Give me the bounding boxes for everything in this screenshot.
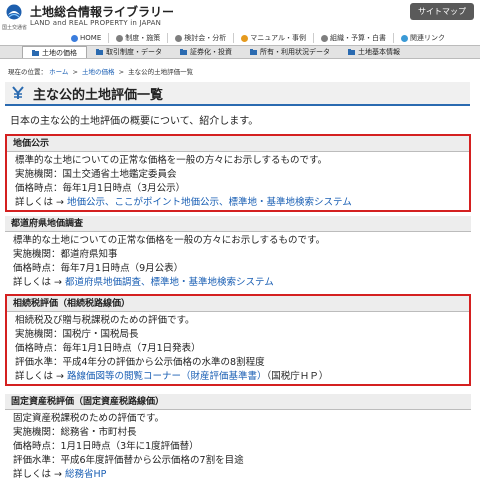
nav-policy[interactable]: 制度・施策 [108, 33, 167, 43]
section-more-links: 詳しくは → 都道府県地価調査、標準地・基準地検索システム [13, 276, 471, 290]
breadcrumb-separator: > [118, 68, 125, 76]
logo-caption: 国土交通省 [2, 25, 28, 31]
section-agency: 実施機関：国税庁・国税局長 [15, 329, 139, 340]
section-more-links: 詳しくは → 総務省HP [13, 468, 471, 482]
breadcrumb: 現在の位置： ホーム > 土地の価格 > 主な公的土地評価一覧 [8, 66, 193, 76]
nav-manual[interactable]: マニュアル・事例 [233, 33, 313, 43]
tab-securitization[interactable]: 証券化・投資 [171, 46, 241, 58]
category-tabs: 土地の価格 取引制度・データ 証券化・投資 所有・利用状況データ 土地基本情報 [0, 45, 480, 59]
site-header: 国土交通省 土地総合情報ライブラリー LAND and REAL PROPERT… [0, 0, 480, 32]
section-level: 評価水準：平成4年分の評価から公示価格の水準の8割程度 [15, 357, 265, 368]
nav-home[interactable]: HOME [64, 33, 108, 43]
more-suffix: （国税庁ＨＰ） [266, 371, 329, 382]
nav-label: 組織・予算・白書 [330, 34, 387, 42]
page-title-bar: 主な公的土地評価一覧 [5, 82, 470, 106]
intro-text: 日本の主な公的土地評価の概要について、紹介します。 [10, 116, 259, 127]
section-level: 評価水準：平成6年度評価替から公示価格の7割を目途 [13, 455, 244, 466]
site-subtitle: LAND and REAL PROPERTY in JAPAN [30, 19, 162, 27]
section-heading: 地価公示 [7, 136, 469, 152]
folder-icon [32, 49, 39, 56]
folder-icon [348, 49, 355, 55]
top-navigation: HOME 制度・施策 検討会・分析 マニュアル・事例 組織・予算・白書 関連リン… [0, 32, 480, 44]
section-timing: 価格時点：毎年1月1日時点（7月1日発表） [15, 343, 201, 354]
section-heading: 相続税評価（相続税路線価） [7, 296, 469, 312]
organization-icon [321, 34, 329, 42]
link-route-price-map[interactable]: 路線価図等の閲覧コーナー（財産評価基準書） [67, 371, 267, 382]
section-description: 相続税及び贈与税課税のための評価です。 [15, 315, 195, 326]
more-prefix: 詳しくは → [15, 371, 67, 382]
section-heading: 都道府県地価調査 [5, 216, 471, 232]
nav-links[interactable]: 関連リンク [393, 33, 452, 43]
section-agency: 実施機関：都道府県知事 [13, 249, 118, 260]
home-icon [71, 34, 78, 42]
folder-icon [96, 49, 103, 55]
folder-icon [250, 49, 257, 55]
nav-label: 関連リンク [410, 34, 446, 42]
tab-transaction[interactable]: 取引制度・データ [87, 46, 171, 58]
section-agency: 実施機関：総務省・市町村長 [13, 427, 137, 438]
link-land-price-publication[interactable]: 地価公示、 [67, 197, 115, 208]
section-description: 固定資産税課税のための評価です。 [13, 413, 165, 424]
section-fixed-asset-tax: 固定資産税評価（固定資産税路線価） 固定資産税課税のための評価です。 実施機関：… [5, 394, 471, 482]
breadcrumb-current: 主な公的土地評価一覧 [128, 68, 194, 76]
section-more-links: 詳しくは → 路線価図等の閲覧コーナー（財産評価基準書）（国税庁ＨＰ） [15, 370, 469, 384]
link-ministry-internal-affairs[interactable]: 総務省HP [65, 469, 106, 480]
nav-label: 検討会・分析 [184, 34, 227, 42]
link-standard-land-search[interactable]: 標準地・基準地検索システム [151, 277, 274, 288]
section-timing: 価格時点：1月1日時点（3年に1度評価替） [13, 441, 199, 452]
yen-icon [12, 86, 24, 99]
sitemap-button[interactable]: サイトマップ [410, 3, 474, 20]
section-timing: 価格時点：毎年7月1日時点（9月公表） [13, 263, 184, 274]
breadcrumb-separator: > [72, 68, 78, 76]
link-land-price-points[interactable]: ここがポイント地価公示、 [115, 197, 229, 208]
folder-icon [180, 49, 187, 55]
breadcrumb-prefix: 現在の位置： [8, 68, 47, 76]
chart-icon [175, 34, 183, 42]
page-title: 主な公的土地評価一覧 [33, 87, 164, 103]
tab-label: 土地の価格 [42, 48, 77, 57]
section-description: 標準的な土地についての正常な価格を一般の方々にお示しするものです。 [13, 235, 326, 246]
site-title[interactable]: 土地総合情報ライブラリー [30, 3, 174, 20]
section-heading: 固定資産税評価（固定資産税路線価） [5, 394, 471, 410]
link-standard-land-search[interactable]: 標準地・基準地検索システム [229, 197, 352, 208]
link-icon [401, 34, 409, 42]
ministry-logo-icon[interactable] [5, 3, 23, 25]
nav-label: マニュアル・事例 [250, 34, 307, 42]
nav-label: HOME [80, 34, 102, 42]
section-timing: 価格時点：毎年1月1日時点（3月公示） [15, 183, 186, 194]
section-more-links: 詳しくは → 地価公示、ここがポイント地価公示、標準地・基準地検索システム [15, 196, 469, 210]
tab-label: 取引制度・データ [106, 48, 162, 56]
nav-organization[interactable]: 組織・予算・白書 [313, 33, 393, 43]
breadcrumb-land-price-link[interactable]: 土地の価格 [82, 68, 115, 76]
manual-icon [241, 34, 249, 42]
more-prefix: 詳しくは → [15, 197, 67, 208]
nav-label: 制度・施策 [125, 34, 161, 42]
more-prefix: 詳しくは → [13, 277, 65, 288]
tab-label: 証券化・投資 [190, 48, 232, 56]
tab-basic-info[interactable]: 土地基本情報 [339, 46, 409, 58]
more-prefix: 詳しくは → [13, 469, 65, 480]
link-prefectural-survey[interactable]: 都道府県地価調査、 [65, 277, 151, 288]
tab-label: 所有・利用状況データ [260, 48, 330, 56]
tab-label: 土地基本情報 [358, 48, 400, 56]
breadcrumb-home-link[interactable]: ホーム [49, 68, 68, 76]
section-inheritance-tax: 相続税評価（相続税路線価） 相続税及び贈与税課税のための評価です。 実施機関：国… [5, 294, 471, 386]
section-land-price-publication: 地価公示 標準的な土地についての正常な価格を一般の方々にお示しするものです。 実… [5, 134, 471, 212]
tab-land-price[interactable]: 土地の価格 [22, 46, 87, 58]
tab-ownership[interactable]: 所有・利用状況データ [241, 46, 339, 58]
section-description: 標準的な土地についての正常な価格を一般の方々にお示しするものです。 [15, 155, 328, 166]
nav-study[interactable]: 検討会・分析 [167, 33, 233, 43]
section-agency: 実施機関：国土交通省土地鑑定委員会 [15, 169, 177, 180]
section-prefectural-survey: 都道府県地価調査 標準的な土地についての正常な価格を一般の方々にお示しするもので… [5, 216, 471, 290]
document-icon [116, 34, 124, 42]
